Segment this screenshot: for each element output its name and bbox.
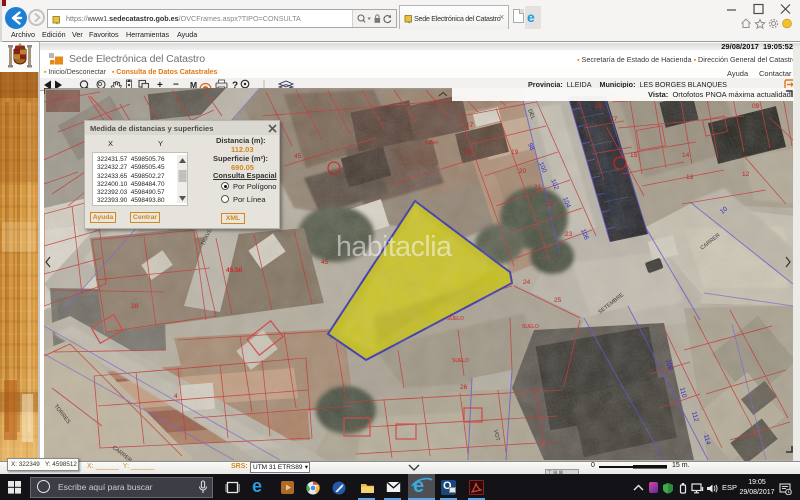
svg-text:26: 26 — [460, 384, 468, 391]
svg-text:18: 18 — [464, 149, 472, 156]
svg-text:21: 21 — [534, 184, 542, 191]
svg-text:SUELO: SUELO — [522, 324, 539, 330]
svg-text:77: 77 — [610, 116, 618, 123]
svg-text:24: 24 — [523, 279, 531, 286]
svg-text:45.50: 45.50 — [226, 267, 243, 274]
svg-text:SUELO: SUELO — [452, 358, 469, 364]
svg-text:25: 25 — [554, 297, 562, 304]
svg-text:4: 4 — [174, 393, 178, 400]
svg-text:45: 45 — [321, 259, 329, 266]
svg-text:14: 14 — [682, 152, 690, 159]
svg-text:23: 23 — [565, 231, 573, 238]
svg-text:13: 13 — [686, 174, 694, 181]
svg-text:09: 09 — [752, 103, 760, 110]
svg-text:45: 45 — [294, 153, 302, 160]
svg-text:16: 16 — [594, 103, 602, 110]
svg-text:cobert: cobert — [425, 140, 439, 146]
svg-text:15: 15 — [630, 152, 638, 159]
svg-text:17: 17 — [466, 122, 474, 129]
svg-text:SUELO: SUELO — [447, 316, 464, 322]
svg-text:22: 22 — [546, 201, 554, 208]
svg-text:19: 19 — [511, 149, 519, 156]
svg-text:20: 20 — [519, 168, 527, 175]
svg-text:28: 28 — [131, 303, 139, 310]
svg-text:12: 12 — [742, 171, 750, 178]
